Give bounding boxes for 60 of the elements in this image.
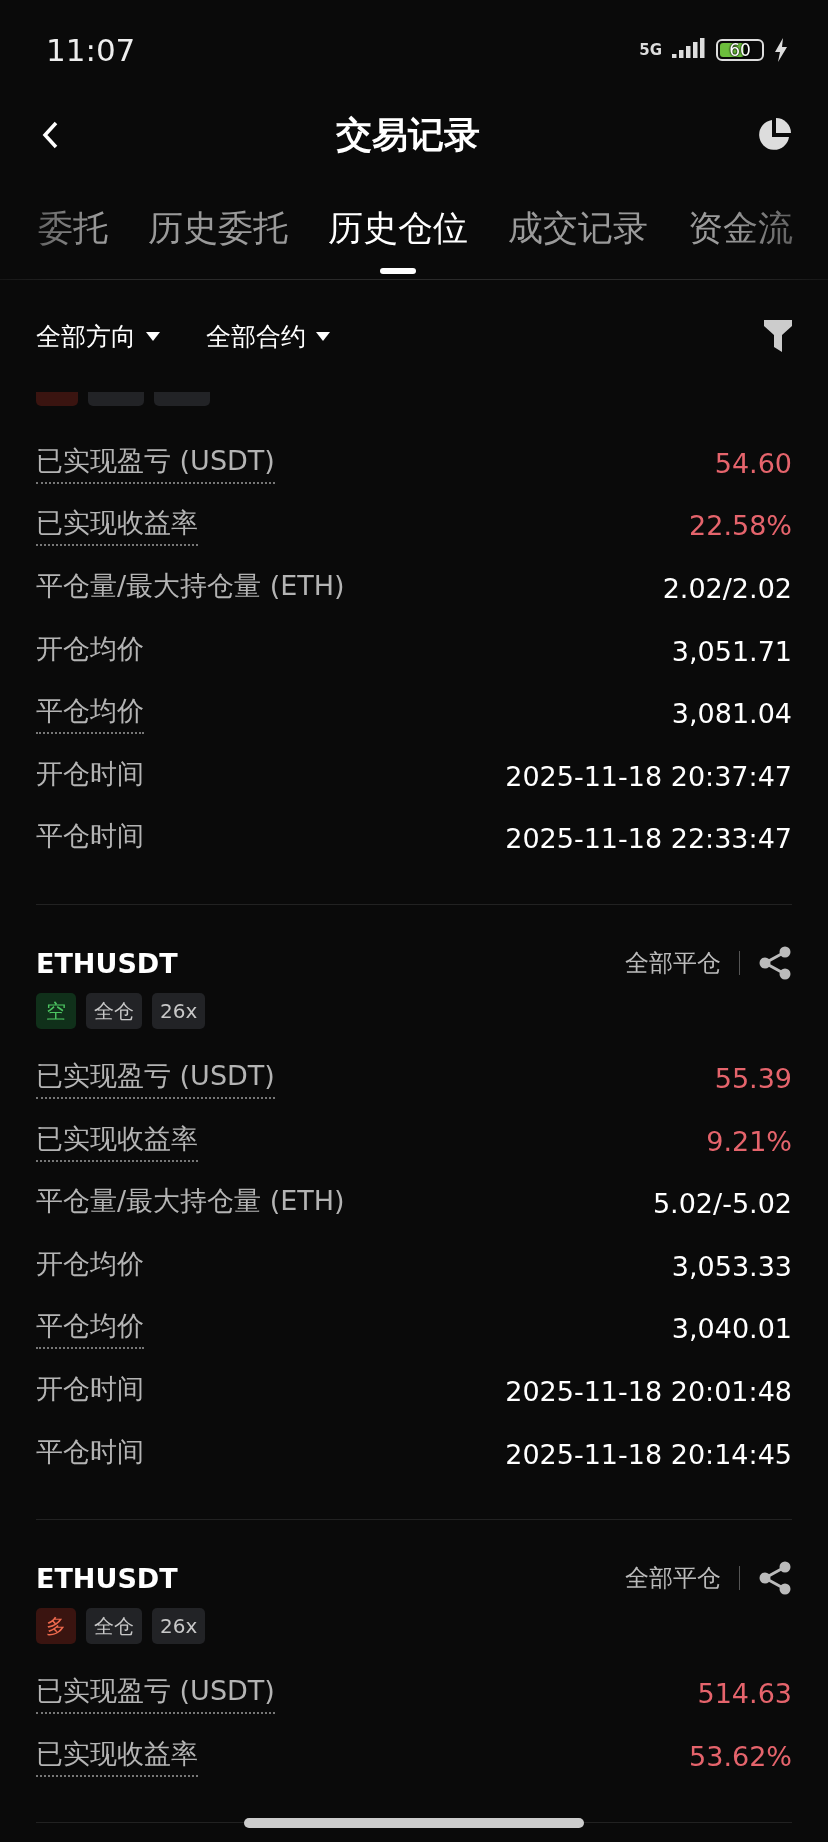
close-type: 全部平仓 [625, 1563, 721, 1595]
field-label: 已实现收益率 [36, 1120, 198, 1162]
field-value: 3,051.71 [671, 635, 792, 667]
symbol-name: ETHUSDT [36, 1562, 178, 1594]
field-value: 3,081.04 [671, 698, 792, 730]
tab[interactable]: 资金流 [688, 175, 793, 274]
back-icon[interactable] [40, 120, 60, 150]
filter-icon[interactable] [764, 320, 792, 352]
symbol-name: ETHUSDT [36, 947, 178, 979]
share-icon[interactable] [758, 946, 792, 981]
charging-icon [774, 38, 788, 62]
field-label: 开仓均价 [36, 631, 144, 666]
field-value: 54.60 [714, 447, 792, 479]
field-value: 514.63 [697, 1678, 792, 1710]
field-label: 已实现收益率 [36, 505, 198, 547]
field-label: 平仓均价 [36, 1308, 144, 1350]
filter-dropdown[interactable]: 全部合约 [206, 319, 330, 353]
close-type: 全部平仓 [625, 948, 721, 980]
position-tag: 26x [152, 993, 206, 1030]
position-tag: 空 [36, 993, 76, 1030]
field-label: 已实现盈亏 (USDT) [36, 1673, 275, 1715]
field-label: 已实现盈亏 (USDT) [36, 1057, 275, 1099]
field-label: 已实现收益率 [36, 1735, 198, 1777]
tab[interactable]: 历史委托 [148, 175, 288, 274]
field-value: 5.02/-5.02 [652, 1188, 792, 1220]
field-value: 2.02/2.02 [662, 573, 792, 604]
caret-icon [146, 331, 160, 341]
field-value: 55.39 [714, 1062, 792, 1094]
field-label: 开仓均价 [36, 1246, 144, 1281]
tab[interactable]: 历史仓位 [328, 175, 468, 274]
tab[interactable]: 委托 [38, 175, 108, 274]
page-title: 交易记录 [336, 112, 480, 157]
position-tag: 多 [36, 1608, 76, 1645]
position-tag: 全仓 [86, 1608, 142, 1645]
field-label: 开仓时间 [36, 1371, 144, 1406]
field-label: 平仓时间 [36, 1434, 144, 1469]
field-value: 3,040.01 [671, 1313, 792, 1345]
field-value: 3,053.33 [671, 1250, 792, 1282]
pie-chart-icon[interactable] [756, 117, 792, 153]
position-tag: 全仓 [86, 993, 142, 1030]
field-label: 开仓时间 [36, 756, 144, 791]
field-value: 22.58% [689, 510, 792, 542]
field-label: 已实现盈亏 (USDT) [36, 442, 275, 484]
field-label: 平仓量/最大持仓量 (ETH) [36, 1184, 345, 1219]
field-value: 9.21% [706, 1125, 792, 1157]
field-value: 2025-11-18 22:33:47 [505, 823, 792, 855]
field-value: 2025-11-18 20:01:48 [505, 1375, 792, 1407]
field-value: 53.62% [689, 1740, 792, 1772]
filter-dropdown[interactable]: 全部方向 [36, 319, 160, 353]
position-tag: 26x [152, 1608, 206, 1645]
network-label: 5G [639, 41, 662, 59]
share-icon[interactable] [758, 1561, 792, 1596]
caret-icon [316, 331, 330, 341]
field-label: 平仓均价 [36, 693, 144, 735]
field-value: 2025-11-18 20:37:47 [505, 760, 792, 792]
field-label: 平仓时间 [36, 819, 144, 854]
tab[interactable]: 成交记录 [508, 175, 648, 274]
field-label: 平仓量/最大持仓量 (ETH) [36, 569, 345, 603]
status-time: 11:07 [46, 32, 136, 68]
field-value: 2025-11-18 20:14:45 [505, 1438, 792, 1470]
